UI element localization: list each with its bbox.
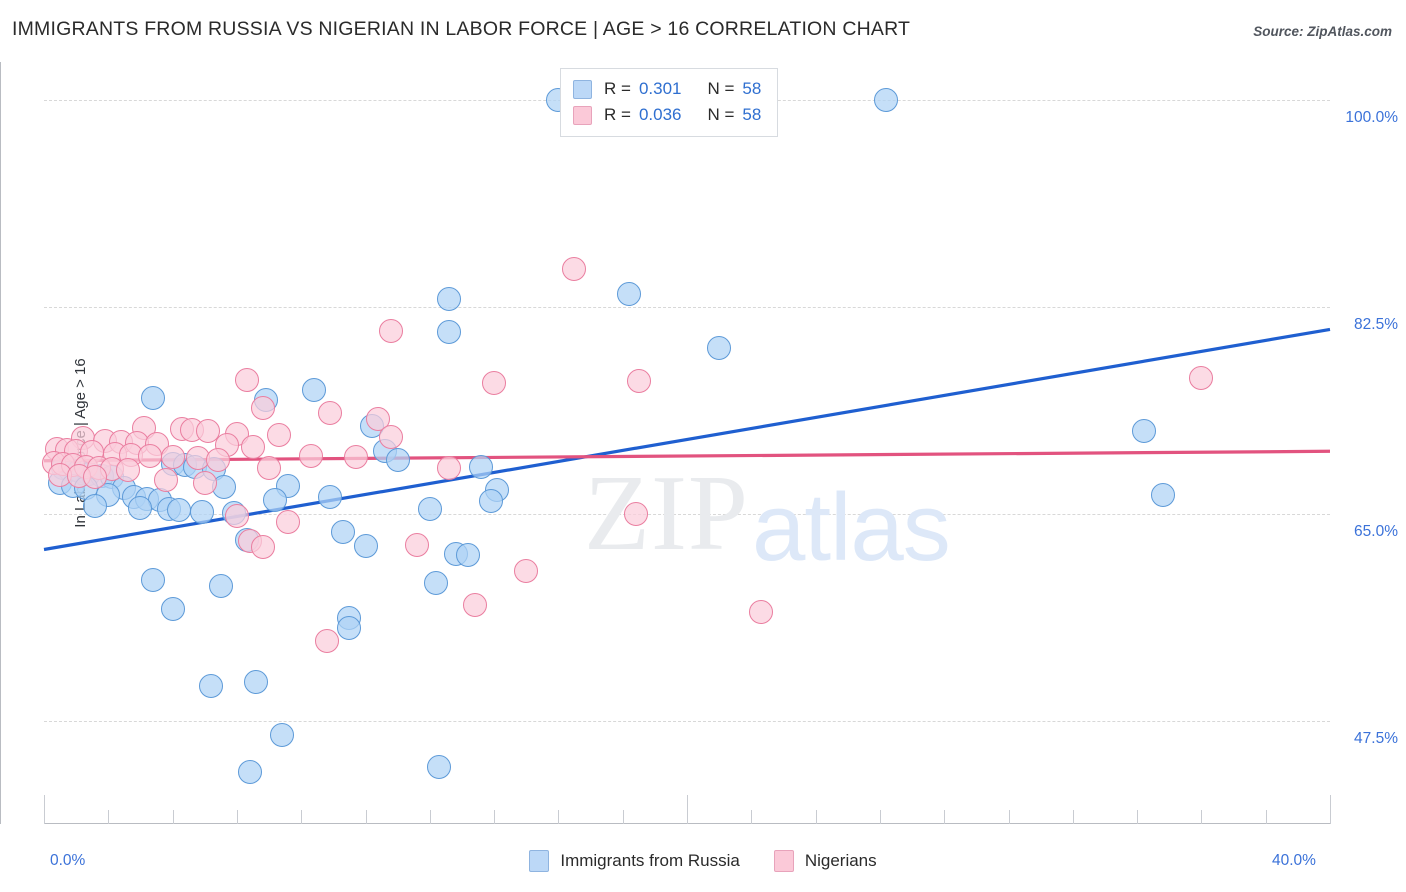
- legend-item-russia[interactable]: Immigrants from Russia: [529, 850, 740, 872]
- scatter-point-blue[interactable]: [437, 286, 462, 311]
- scatter-point-blue[interactable]: [330, 519, 355, 544]
- trendline-pink: [43, 449, 1331, 463]
- correlation-row-blue: R = 0.301 N = 58: [573, 76, 761, 102]
- x-tick: [365, 810, 367, 824]
- y-tick-label: 65.0%: [1354, 522, 1398, 540]
- x-tick: [944, 810, 946, 824]
- n-label-pink: N =: [707, 105, 735, 124]
- scatter-point-pink[interactable]: [205, 447, 230, 472]
- pink-series-swatch-icon: [773, 850, 794, 872]
- legend-label-nigerians: Nigerians: [804, 851, 877, 870]
- y-tick-label: 100.0%: [1345, 108, 1398, 126]
- scatter-point-blue[interactable]: [353, 533, 378, 558]
- x-tick: [172, 810, 174, 824]
- series-legend: Immigrants from Russia Nigerians: [0, 850, 1406, 872]
- x-tick: [1265, 810, 1267, 824]
- scatter-point-pink[interactable]: [160, 445, 185, 470]
- scatter-point-pink[interactable]: [257, 455, 282, 480]
- r-label-pink: R =: [604, 105, 631, 124]
- x-tick: [1008, 810, 1010, 824]
- scatter-point-blue[interactable]: [1150, 483, 1175, 508]
- scatter-point-pink[interactable]: [115, 458, 140, 483]
- blue-swatch-icon: [573, 79, 592, 99]
- scatter-point-blue[interactable]: [302, 377, 327, 402]
- scatter-point-blue[interactable]: [199, 673, 224, 698]
- scatter-point-pink[interactable]: [404, 532, 429, 557]
- scatter-point-blue[interactable]: [478, 488, 503, 513]
- scatter-point-pink[interactable]: [154, 467, 179, 492]
- scatter-point-blue[interactable]: [1131, 419, 1156, 444]
- y-tick-label: 82.5%: [1354, 315, 1398, 333]
- n-value-pink: 58: [742, 105, 762, 124]
- y-axis-label-wrap: In Labor Force | Age > 16: [8, 62, 89, 824]
- scatter-point-blue[interactable]: [385, 447, 410, 472]
- x-tick: [108, 810, 110, 824]
- scatter-point-pink[interactable]: [379, 318, 404, 343]
- scatter-point-pink[interactable]: [298, 444, 323, 468]
- x-tick: [236, 810, 238, 824]
- page-title: IMMIGRANTS FROM RUSSIA VS NIGERIAN IN LA…: [12, 18, 911, 40]
- scatter-point-pink[interactable]: [343, 445, 368, 470]
- x-tick: [301, 810, 303, 824]
- r-label-blue: R =: [604, 79, 631, 98]
- scatter-point-pink[interactable]: [462, 593, 487, 618]
- x-tick: [558, 810, 560, 824]
- x-tick: [815, 810, 817, 824]
- blue-series-swatch-icon: [529, 850, 550, 872]
- pink-swatch-icon: [573, 105, 592, 125]
- x-tick: [687, 795, 688, 824]
- x-tick: [879, 810, 881, 824]
- scatter-point-blue[interactable]: [424, 570, 449, 595]
- scatter-point-pink[interactable]: [514, 558, 539, 583]
- n-label-blue: N =: [707, 79, 735, 98]
- scatter-point-blue[interactable]: [83, 493, 108, 518]
- source-attribution: Source: ZipAtlas.com: [1253, 24, 1392, 39]
- scatter-point-pink[interactable]: [234, 368, 259, 393]
- scatter-point-blue[interactable]: [160, 596, 185, 621]
- scatter-point-pink[interactable]: [250, 395, 275, 420]
- legend-item-nigerians[interactable]: Nigerians: [773, 850, 877, 872]
- n-value-blue: 58: [742, 79, 762, 98]
- r-value-pink: 0.036: [638, 105, 682, 124]
- correlation-row-pink: R = 0.036 N = 58: [573, 102, 761, 128]
- y-axis-line: [0, 62, 1, 824]
- x-tick: [44, 795, 45, 824]
- scatter-point-pink[interactable]: [623, 501, 648, 526]
- x-tick: [751, 810, 753, 824]
- scatter-point-blue[interactable]: [208, 574, 233, 599]
- r-value-blue: 0.301: [638, 79, 682, 98]
- scatter-point-pink[interactable]: [748, 600, 773, 625]
- scatter-point-pink[interactable]: [482, 370, 507, 395]
- x-tick: [1137, 810, 1139, 824]
- scatter-point-blue[interactable]: [189, 499, 214, 524]
- scatter-point-blue[interactable]: [469, 454, 494, 479]
- scatter-point-blue[interactable]: [617, 281, 642, 306]
- scatter-point-pink[interactable]: [192, 471, 217, 496]
- scatter-point-blue[interactable]: [269, 723, 294, 748]
- x-tick: [494, 810, 496, 824]
- scatter-point-pink[interactable]: [314, 628, 339, 653]
- scatter-point-pink[interactable]: [240, 434, 265, 459]
- scatter-point-blue[interactable]: [244, 670, 269, 694]
- scatter-point-blue[interactable]: [437, 319, 462, 344]
- scatter-point-pink[interactable]: [266, 422, 291, 447]
- x-tick: [1072, 810, 1074, 824]
- x-tick: [1330, 795, 1331, 824]
- x-tick: [622, 810, 624, 824]
- legend-label-russia: Immigrants from Russia: [560, 851, 740, 870]
- scatter-point-pink[interactable]: [437, 455, 462, 480]
- y-tick-label: 47.5%: [1354, 730, 1398, 748]
- x-tick: [429, 810, 431, 824]
- scatter-point-pink[interactable]: [250, 535, 275, 560]
- correlation-legend: R = 0.301 N = 58 R = 0.036 N = 58: [560, 68, 779, 137]
- scatter-point-pink[interactable]: [138, 444, 163, 468]
- x-tick: [1201, 810, 1203, 824]
- scatter-point-blue[interactable]: [417, 497, 442, 522]
- scatter-point-blue[interactable]: [237, 759, 262, 784]
- scatter-point-blue[interactable]: [337, 615, 362, 640]
- plot-area: ZIP atlas: [41, 62, 1331, 824]
